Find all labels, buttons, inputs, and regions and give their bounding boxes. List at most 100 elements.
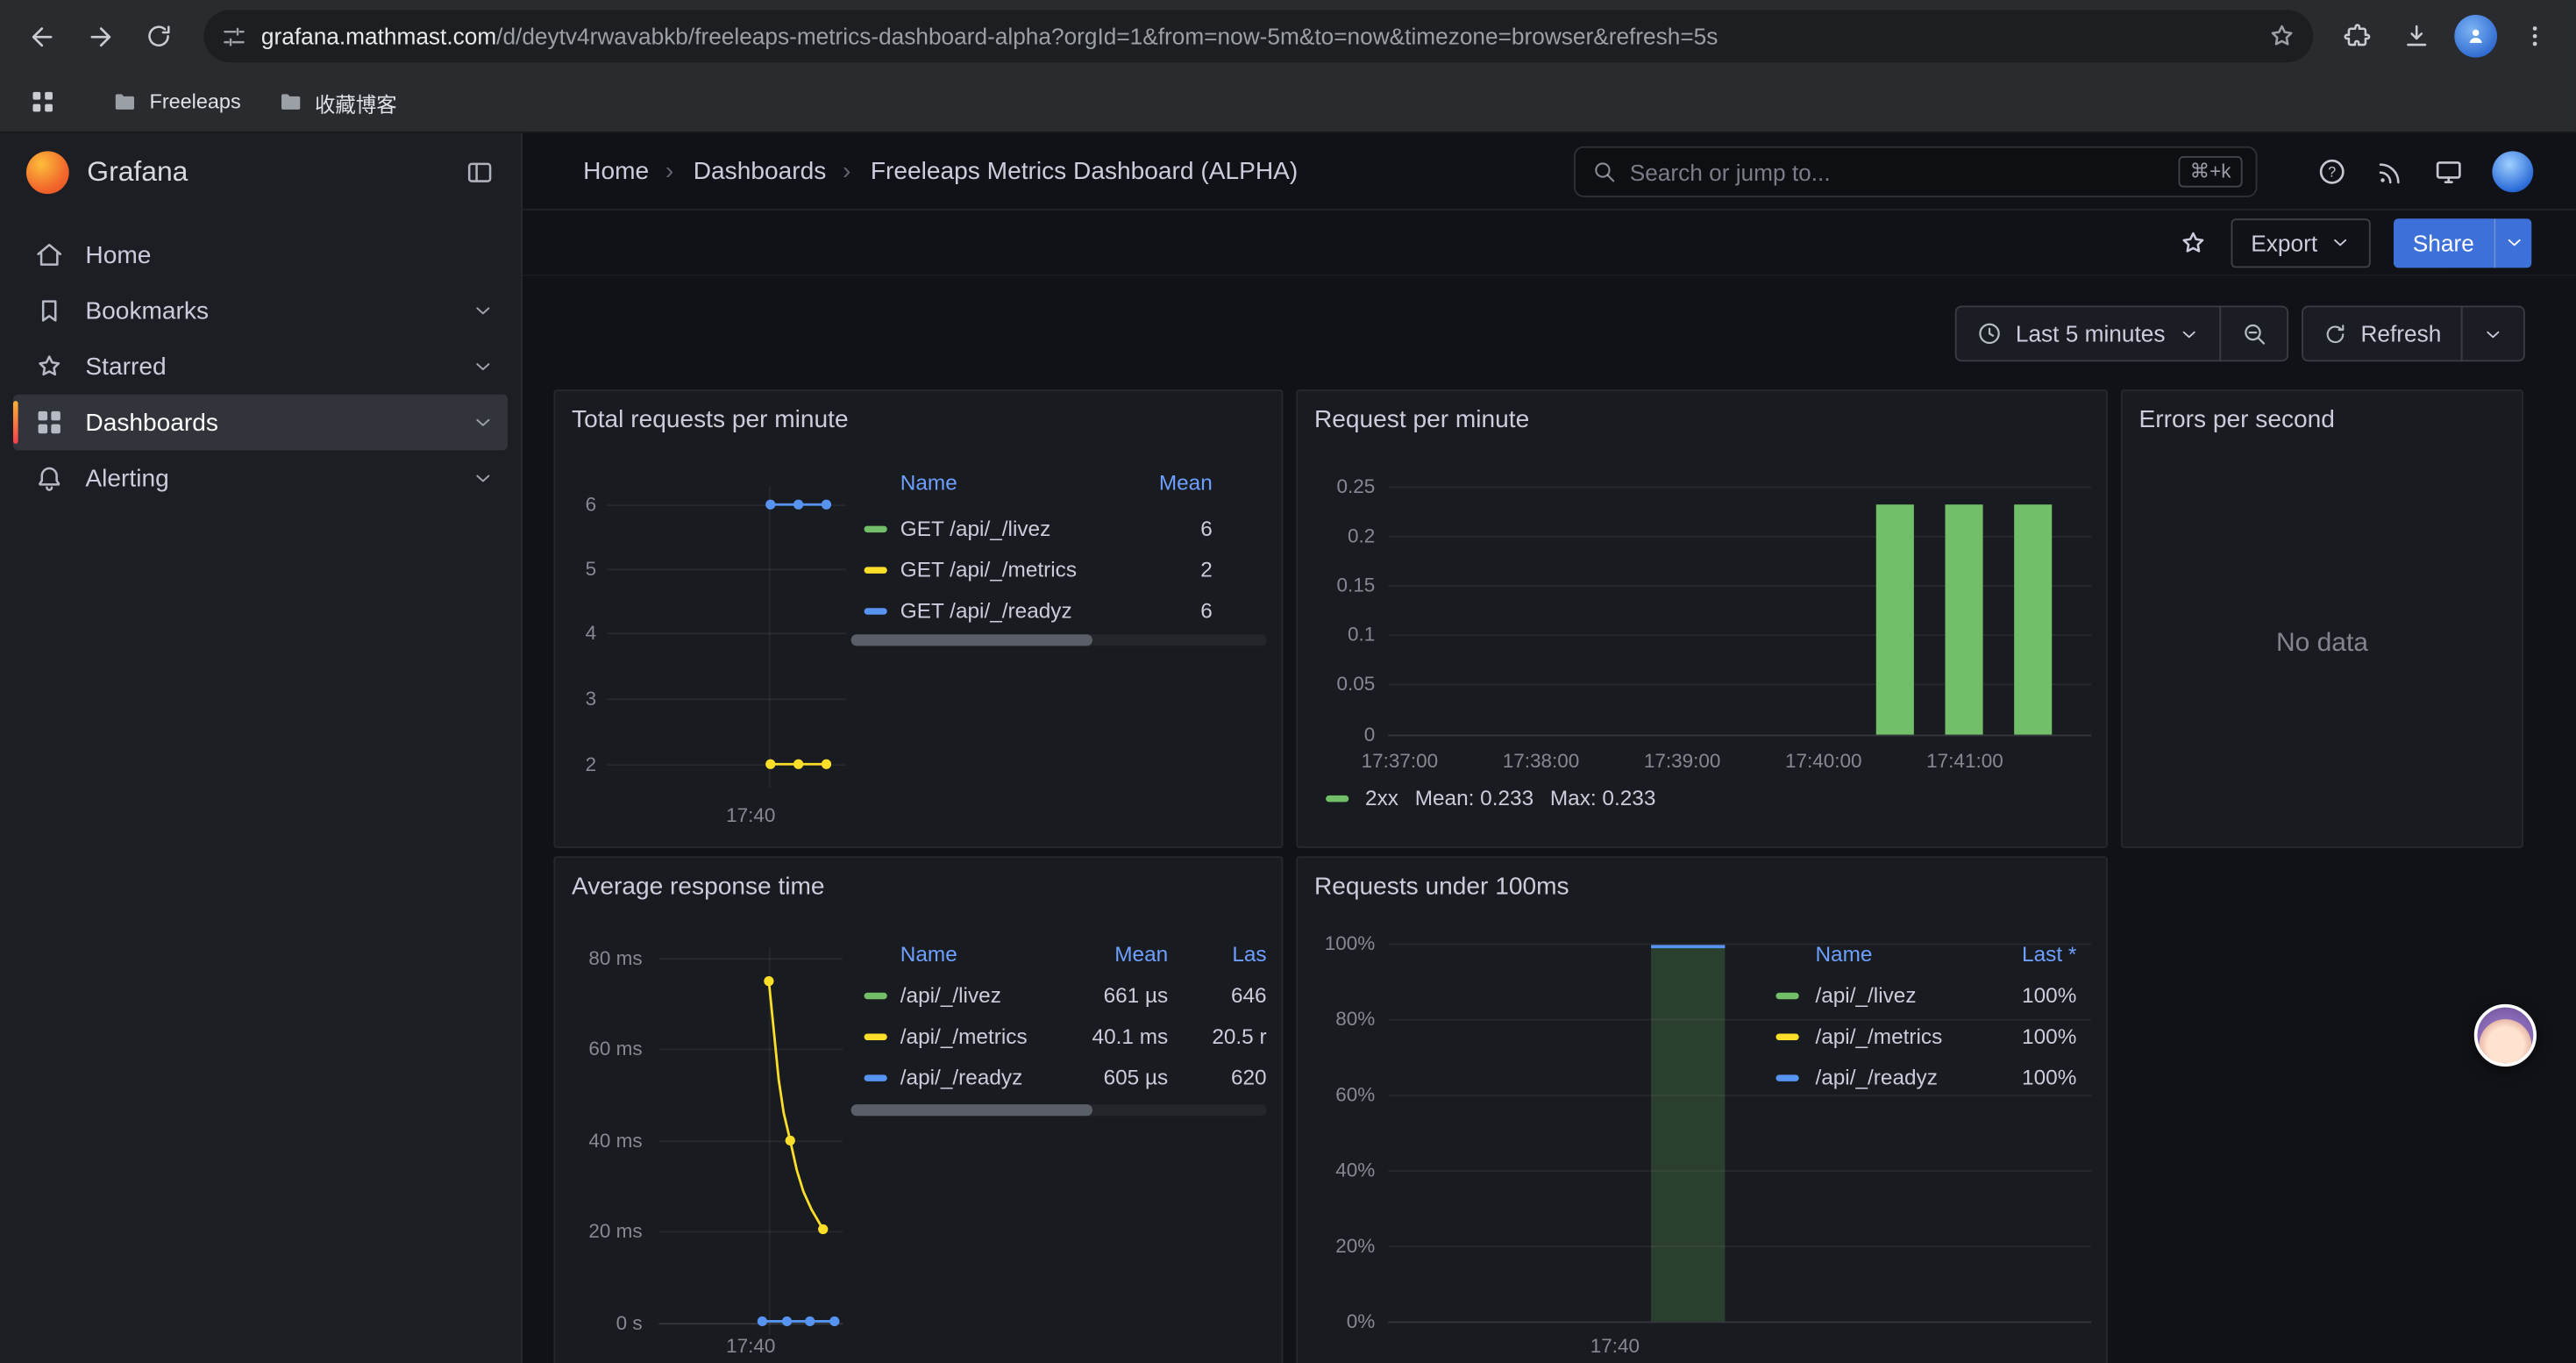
clock-icon bbox=[1976, 320, 2003, 346]
search-box[interactable]: ⌘+k bbox=[1574, 146, 2257, 197]
legend-header-name[interactable]: Name bbox=[900, 469, 1130, 505]
sidebar-item-dashboards[interactable]: Dashboards bbox=[13, 395, 508, 451]
url-domain: grafana.mathmast.com bbox=[261, 23, 496, 49]
bar-2xx bbox=[1876, 504, 1914, 734]
time-controls: Last 5 minutes Refresh bbox=[1955, 306, 2525, 362]
bookmark-item-blogs[interactable]: 收藏博客 bbox=[264, 80, 410, 125]
news-rss-button[interactable] bbox=[2375, 157, 2405, 187]
breadcrumb-dashboards[interactable]: Dashboards bbox=[665, 157, 826, 185]
zoom-out-icon bbox=[2241, 320, 2267, 346]
refresh-group: Refresh bbox=[2302, 306, 2525, 362]
sidebar-menu: Home Bookmarks Starred Dashboards bbox=[0, 211, 521, 506]
legend-header-name[interactable]: Name bbox=[1815, 942, 1994, 967]
y-tick: 100% bbox=[1309, 931, 1375, 954]
bar-2xx bbox=[1945, 504, 1982, 734]
site-settings-icon[interactable] bbox=[220, 22, 248, 50]
scrollbar-thumb[interactable] bbox=[851, 634, 1092, 646]
url-text: grafana.mathmast.com/d/deytv4rwavabkb/fr… bbox=[261, 23, 2267, 49]
legend-scrollbar[interactable] bbox=[851, 634, 1267, 646]
legend-header-mean[interactable]: Mean bbox=[1130, 469, 1267, 505]
panel-title[interactable]: Errors per second bbox=[2123, 391, 2522, 434]
sidebar-item-starred[interactable]: Starred bbox=[13, 339, 508, 395]
back-button[interactable] bbox=[13, 8, 69, 64]
legend-scrollbar[interactable] bbox=[851, 1104, 1267, 1116]
sidebar-item-alerting[interactable]: Alerting bbox=[13, 450, 508, 506]
y-tick: 80% bbox=[1309, 1008, 1375, 1031]
legend-mean-value: 605 µs bbox=[1060, 1065, 1169, 1089]
share-button[interactable]: Share bbox=[2393, 218, 2494, 267]
chevron-down-icon[interactable] bbox=[472, 299, 495, 322]
legend: 2xx Mean: 0.233 Max: 0.233 bbox=[1326, 786, 1655, 810]
user-avatar[interactable] bbox=[2492, 151, 2533, 192]
main-area: Home Dashboards Freeleaps Metrics Dashbo… bbox=[523, 133, 2576, 1363]
search-input[interactable] bbox=[1630, 159, 2166, 185]
refresh-interval-button[interactable] bbox=[2461, 306, 2525, 362]
series-color-dash bbox=[865, 607, 887, 613]
sidebar-item-bookmarks[interactable]: Bookmarks bbox=[13, 282, 508, 339]
legend-header-last[interactable]: Las bbox=[1168, 942, 1266, 967]
breadcrumb-home[interactable]: Home bbox=[583, 157, 649, 185]
sidebar-item-home[interactable]: Home bbox=[13, 227, 508, 283]
legend-series-name[interactable]: GET /api/_/livez bbox=[900, 516, 1130, 540]
legend-series-name[interactable]: 2xx bbox=[1365, 786, 1398, 810]
time-range-label: Last 5 minutes bbox=[2016, 320, 2166, 346]
series-color-dash bbox=[1775, 1074, 1798, 1080]
export-button[interactable]: Export bbox=[2231, 218, 2370, 267]
extensions-button[interactable] bbox=[2330, 8, 2386, 64]
profile-button[interactable] bbox=[2448, 8, 2504, 64]
x-tick: 17:40:00 bbox=[1785, 749, 1862, 772]
search-shortcut-hint: ⌘+k bbox=[2178, 156, 2242, 188]
x-tick: 17:41:00 bbox=[1926, 749, 2003, 772]
panel-title[interactable]: Request per minute bbox=[1298, 391, 2106, 434]
time-range-button[interactable]: Last 5 minutes bbox=[1955, 306, 2222, 362]
chevron-down-icon[interactable] bbox=[472, 467, 495, 489]
reload-button[interactable] bbox=[132, 8, 188, 64]
legend-series-name[interactable]: /api/_/metrics bbox=[900, 1024, 1060, 1048]
person-icon bbox=[2465, 25, 2487, 47]
bookmark-star-icon[interactable] bbox=[2267, 21, 2297, 51]
legend-mean: Mean: 0.233 bbox=[1415, 786, 1534, 810]
legend-header-mean[interactable]: Mean bbox=[1060, 942, 1169, 967]
zoom-out-button[interactable] bbox=[2219, 306, 2288, 362]
bookmark-item-freeleaps[interactable]: Freeleaps bbox=[98, 82, 253, 122]
panel-requests-under-100ms: Requests under 100ms 100% 80% 60% 40% 20… bbox=[1296, 856, 2108, 1363]
browser-menu-button[interactable] bbox=[2507, 8, 2563, 64]
share-menu-button[interactable] bbox=[2494, 218, 2531, 267]
sidebar-item-label: Home bbox=[85, 240, 151, 268]
downloads-button[interactable] bbox=[2388, 8, 2444, 64]
chevron-down-icon[interactable] bbox=[472, 355, 495, 378]
chevron-down-icon[interactable] bbox=[472, 410, 495, 433]
panel-title[interactable]: Requests under 100ms bbox=[1298, 858, 2106, 901]
share-label: Share bbox=[2413, 229, 2474, 255]
legend-last-value: 100% bbox=[1995, 982, 2093, 1007]
sidebar-collapse-button[interactable] bbox=[465, 157, 495, 187]
legend-header-name[interactable]: Name bbox=[900, 942, 1060, 967]
search-icon bbox=[1592, 160, 1617, 184]
legend-series-name[interactable]: /api/_/livez bbox=[1815, 982, 1994, 1007]
legend-series-name[interactable]: /api/_/readyz bbox=[900, 1065, 1060, 1089]
help-button[interactable]: ? bbox=[2316, 156, 2348, 188]
favorite-star-button[interactable] bbox=[2179, 228, 2209, 258]
legend-series-name[interactable]: /api/_/readyz bbox=[1815, 1065, 1994, 1089]
panel-total-requests: Total requests per minute 6 5 4 3 2 bbox=[553, 389, 1283, 848]
arrow-right-icon bbox=[84, 20, 116, 52]
grafana-logo-icon[interactable] bbox=[26, 150, 69, 193]
apps-shortcut-button[interactable] bbox=[19, 79, 65, 125]
refresh-button[interactable]: Refresh bbox=[2302, 306, 2463, 362]
assistant-avatar[interactable] bbox=[2474, 1004, 2537, 1067]
legend-series-name[interactable]: /api/_/livez bbox=[900, 982, 1060, 1007]
dashboards-grid-icon bbox=[34, 408, 64, 438]
url-bar[interactable]: grafana.mathmast.com/d/deytv4rwavabkb/fr… bbox=[203, 10, 2313, 62]
url-path: /d/deytv4rwavabkb/freeleaps-metrics-dash… bbox=[496, 23, 1718, 49]
legend-series-name[interactable]: GET /api/_/readyz bbox=[900, 598, 1130, 623]
legend-series-name[interactable]: /api/_/metrics bbox=[1815, 1024, 1994, 1048]
x-tick: 17:39:00 bbox=[1644, 749, 1721, 772]
legend-header-last[interactable]: Last * bbox=[1995, 942, 2093, 967]
scrollbar-thumb[interactable] bbox=[851, 1104, 1092, 1116]
legend-last-value: 620 bbox=[1168, 1065, 1266, 1089]
export-label: Export bbox=[2251, 229, 2317, 255]
forward-button[interactable] bbox=[72, 8, 128, 64]
monitor-button[interactable] bbox=[2433, 156, 2465, 188]
y-tick: 0.15 bbox=[1309, 574, 1375, 596]
legend-series-name[interactable]: GET /api/_/metrics bbox=[900, 557, 1130, 582]
